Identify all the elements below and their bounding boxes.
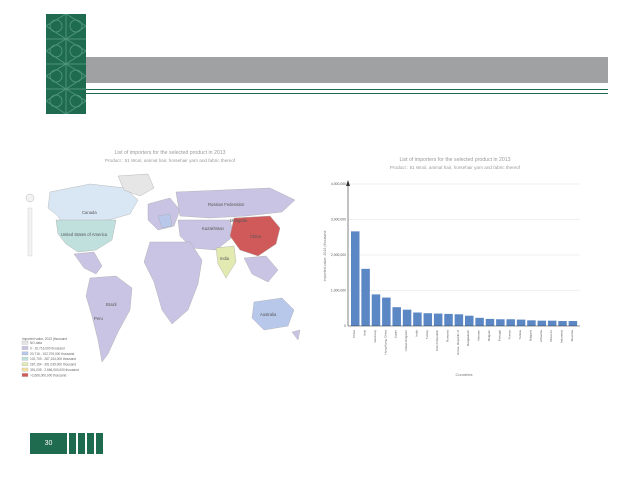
legend-label: 287,154 - 391,035,000 thousand	[30, 363, 76, 367]
label-canada: Canada	[82, 210, 97, 215]
legend-swatch	[21, 351, 29, 356]
chart-title: List of importers for the selected produ…	[399, 157, 511, 163]
chart-subtitle: Product : 51 Wool, animal hair, horsehai…	[389, 165, 521, 170]
bar	[444, 313, 453, 326]
x-tick-label: Japan	[394, 330, 398, 339]
header-rule-top	[86, 89, 608, 90]
x-tick-label: Korea, Republic of	[456, 330, 460, 355]
legend-title: Imported value, 2013 (thousand	[22, 337, 67, 341]
header-rule-bottom	[86, 93, 608, 94]
y-tick-label: 3,000,000	[331, 218, 346, 222]
x-axis-label: Countries	[455, 372, 472, 377]
bar-chart: China Italy Germany Hong Kong, China Japan Un…	[318, 178, 598, 383]
bar	[547, 320, 557, 326]
page-number: 30	[30, 433, 67, 454]
bar	[371, 294, 381, 326]
bar	[382, 297, 391, 326]
legend-label: 0 - 20,716,000 thousand	[30, 346, 65, 350]
x-tick-label: United Kingdom	[404, 330, 408, 352]
label-brazil: Brazil	[106, 302, 117, 307]
bar	[392, 307, 401, 326]
y-tick-label: 2,000,000	[331, 253, 346, 257]
bar	[527, 320, 536, 326]
bar	[413, 312, 422, 326]
x-tick-label: Morocco	[549, 330, 553, 342]
bar	[496, 319, 505, 326]
x-tick-label: Turkey	[425, 330, 429, 340]
bar	[506, 319, 515, 326]
x-tick-label: Belgium	[487, 330, 491, 341]
bar	[475, 317, 484, 326]
label-australia: Australia	[260, 312, 277, 317]
ornament-pattern	[46, 14, 86, 114]
legend-swatch	[21, 340, 29, 345]
bar	[433, 313, 443, 326]
x-tick-label: Romania	[446, 330, 450, 342]
bar	[402, 309, 412, 326]
x-tick-label: Lithuania	[539, 330, 543, 343]
bar	[454, 314, 464, 326]
label-mongolia: Mongolia	[230, 218, 248, 223]
bar	[465, 315, 474, 326]
legend-swatch	[21, 346, 29, 350]
label-peru: Peru	[94, 316, 104, 321]
bar	[351, 231, 360, 326]
world-map: Canada United States of America Brazil P…	[20, 170, 310, 385]
x-tick-label: Czech Republic	[435, 330, 439, 352]
label-kazakhstan: Kazakhstan	[202, 226, 225, 231]
y-axis-label: Imported value, 2013 (thousand	[323, 231, 327, 282]
legend-swatch	[21, 357, 29, 361]
x-tick-label: Germany	[373, 330, 377, 343]
legend-label: 102,709 - 287,154,000 thousand	[30, 357, 76, 361]
decorative-pattern-tile	[46, 14, 86, 114]
legend-label: NO data	[30, 341, 42, 345]
bar	[485, 318, 495, 326]
x-tick-label: Bangladesh	[466, 330, 470, 346]
footer-stripe	[87, 433, 94, 454]
bar	[361, 268, 370, 326]
legend-swatch	[21, 362, 29, 366]
footer-stripe	[96, 433, 103, 454]
map-title: List of importers for the selected produ…	[114, 150, 226, 156]
label-russia: Russian Federation	[208, 202, 245, 207]
bar	[423, 313, 433, 326]
x-tick-label: Slovenia	[570, 330, 574, 342]
x-tick-label: Indonesia	[560, 330, 564, 343]
bar	[568, 321, 578, 326]
legend-label: 20,716 - 102,709,000 thousand	[30, 352, 75, 356]
x-tick-label: India	[414, 330, 418, 337]
legend-swatch	[21, 373, 29, 377]
header-bar	[86, 57, 608, 83]
x-tick-label: Vietnam	[477, 330, 481, 341]
y-tick-label: 1,000,000	[331, 289, 346, 293]
bar	[558, 321, 567, 326]
label-china: China	[250, 234, 262, 239]
map-subtitle: Product : 51 Wool, animal hair, horsehai…	[104, 158, 236, 163]
y-tick-label: 4,000,000	[331, 182, 346, 186]
footer-stripe	[78, 433, 85, 454]
x-tick-label: Hong Kong, China	[383, 330, 387, 355]
x-tick-label: China	[352, 330, 356, 338]
bar	[516, 319, 526, 326]
x-tick-label: Bulgaria	[528, 330, 532, 341]
x-tick-label: Portugal	[497, 330, 501, 342]
label-india: India	[220, 256, 230, 261]
x-tick-label: Tunisia	[518, 330, 522, 340]
legend-label: >2,666,000,000 thousand	[30, 373, 66, 377]
x-tick-label: France	[508, 330, 512, 340]
legend-label: 391,035 - 2,666,000,000 thousand	[30, 368, 79, 372]
bar	[537, 320, 547, 326]
x-tick-label: Italy	[363, 330, 367, 336]
footer-stripe	[69, 433, 76, 454]
label-usa: United States of America	[61, 232, 108, 237]
legend-swatch	[21, 367, 29, 372]
y-tick-label: 0	[344, 324, 346, 328]
